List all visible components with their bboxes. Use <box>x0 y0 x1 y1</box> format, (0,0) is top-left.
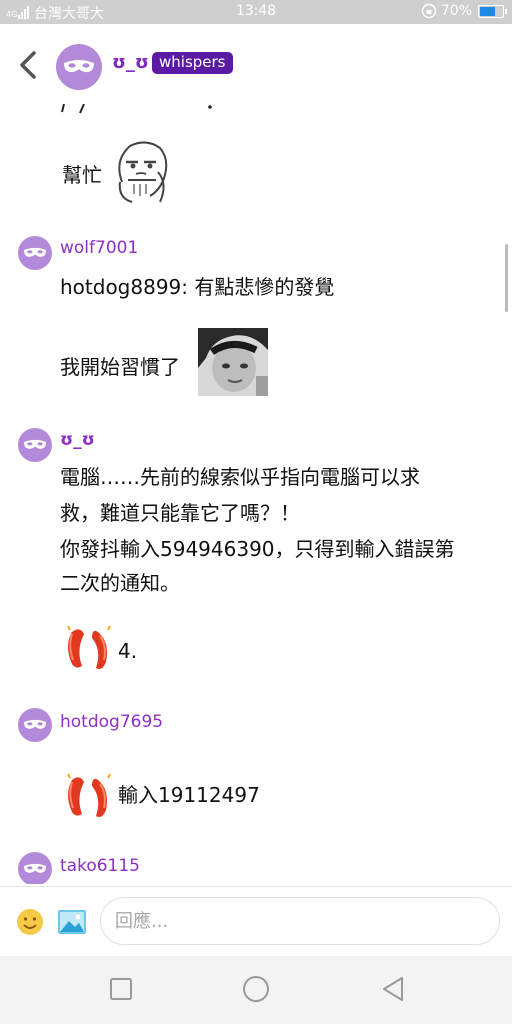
system-nav-bar <box>0 956 512 1024</box>
square-icon[interactable] <box>106 974 136 1004</box>
message-text: 電腦……先前的線索似乎指向電腦可以求 <box>60 465 420 489</box>
avatar[interactable] <box>18 708 52 742</box>
sender-name[interactable]: tako6115 <box>60 856 140 876</box>
sender-name[interactable]: wolf7001 <box>60 238 138 258</box>
mask-icon <box>23 439 47 449</box>
avatar[interactable] <box>18 428 52 462</box>
mask-icon <box>23 247 47 257</box>
sender-name[interactable]: hotdog7695 <box>60 712 163 732</box>
avatar[interactable] <box>18 852 52 884</box>
battery-percent: 70% <box>440 3 472 19</box>
composer-bar <box>0 886 512 957</box>
meme-face-sticker[interactable] <box>108 136 172 206</box>
message-text: 你發抖輸入594946390，只得到輸入錯誤第 <box>60 537 455 561</box>
message-text: 二次的通知。 <box>60 571 180 595</box>
mask-icon <box>23 719 47 729</box>
message-text: 我開始習慣了 <box>60 355 180 379</box>
clipped-text-fragment <box>61 104 212 114</box>
sticker-caption: 4. <box>118 639 138 663</box>
sausage-sticker[interactable] <box>62 620 118 676</box>
mask-icon <box>23 863 47 873</box>
mask-icon <box>64 60 94 73</box>
avatar[interactable] <box>56 44 102 90</box>
reply-input[interactable] <box>100 897 500 945</box>
message-list[interactable]: 幫忙 wolf7001 hotdog8899: 有點悲慘的發覺 我開始習慣了 ʊ… <box>0 104 512 884</box>
sausage-sticker[interactable] <box>62 768 118 824</box>
message-text: hotdog8899: 有點悲慘的發覺 <box>60 275 335 299</box>
back-icon[interactable] <box>16 50 40 80</box>
circle-icon[interactable] <box>241 974 271 1004</box>
group-badge[interactable]: whispers <box>152 52 233 74</box>
sender-name[interactable]: ʊ_ʊ <box>60 430 95 450</box>
message-text: 幫忙 <box>62 163 102 187</box>
sticker-caption: 輸入19112497 <box>118 783 260 807</box>
meme-photo-sticker[interactable] <box>198 328 268 396</box>
page-title: ʊ_ʊ <box>112 52 149 73</box>
image-icon[interactable] <box>57 907 87 937</box>
message-text: 救，難道只能靠它了嗎？！ <box>60 501 300 525</box>
rotation-lock-icon <box>421 3 437 19</box>
status-bar: 4G 台灣大哥大 13:48 70% <box>0 0 512 24</box>
emoji-icon[interactable] <box>15 907 45 937</box>
avatar[interactable] <box>18 236 52 270</box>
battery-icon <box>478 4 507 18</box>
scrollbar[interactable] <box>505 244 508 312</box>
triangle-back-icon[interactable] <box>378 974 408 1004</box>
chat-header: ʊ_ʊ whispers <box>0 24 512 104</box>
